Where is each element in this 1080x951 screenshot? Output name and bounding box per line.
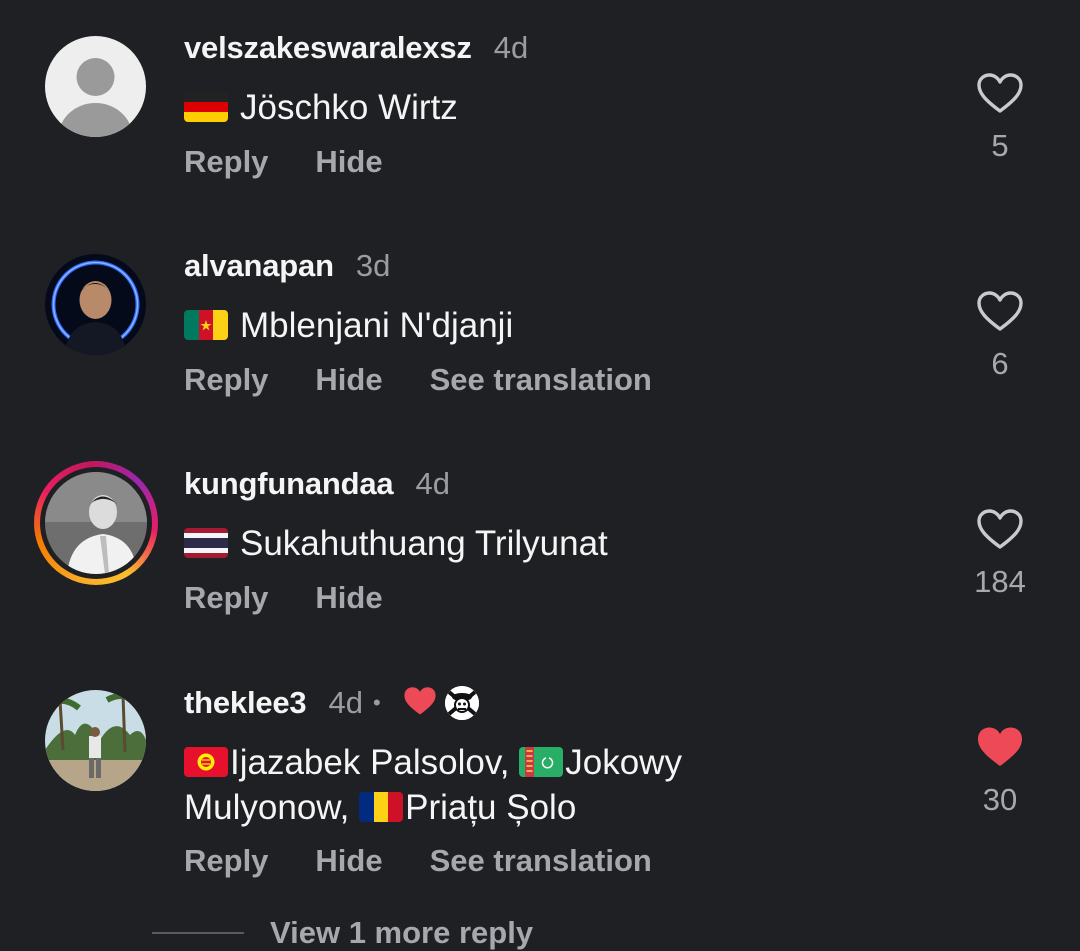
like-button[interactable]: 184 [960,508,1040,600]
comment-body: Ijazabek Palsolov, [230,743,520,782]
germany-flag-icon [184,92,228,122]
turkmenistan-flag-icon [519,747,564,777]
heart-outline-icon [977,509,1023,549]
like-count: 6 [991,346,1009,381]
hide-button[interactable]: Hide [315,580,382,616]
timestamp: 4d [415,466,450,501]
view-more-replies-label[interactable]: View 1 more reply [270,915,533,951]
heart-outline-icon [977,73,1023,113]
kyrgyzstan-flag-icon [184,747,228,777]
reply-button[interactable]: Reply [184,144,268,180]
avatar[interactable] [45,472,147,574]
thailand-flag-icon [184,528,228,558]
separator-dot: • [372,690,381,715]
user-photo-icon [45,472,147,574]
reply-button[interactable]: Reply [184,580,268,616]
username[interactable]: kungfunandaa [184,466,394,502]
hide-button[interactable]: Hide [315,362,382,398]
timestamp: 3d [355,248,391,283]
heart-outline-icon [977,291,1023,331]
avatar[interactable] [45,36,146,137]
username[interactable]: velszakeswaralexsz [184,30,472,66]
reply-button[interactable]: Reply [184,843,268,879]
comment-body: Mblenjani N'djanji [240,306,514,345]
user-photo-icon [45,254,146,355]
like-count: 184 [974,564,1026,599]
cameroon-flag-icon [184,310,228,340]
romania-flag-icon [359,792,404,822]
reply-button[interactable]: Reply [184,362,268,398]
like-button[interactable]: 30 [960,726,1040,818]
timestamp: 4d [493,30,529,65]
creator-avatar-icon [444,686,479,720]
like-count: 5 [991,128,1009,163]
avatar[interactable] [45,690,146,791]
comment-text: Sukahuthuang Trilyunat [184,521,804,566]
comment-text: Ijazabek Palsolov, Jokowy Mulyonow, Pria… [184,740,804,830]
comment-text: Jöschko Wirtz [184,85,804,130]
comment-body: Jöschko Wirtz [240,88,458,127]
comment-text: Mblenjani N'djanji [184,303,804,348]
user-photo-icon [45,690,146,791]
comment-body: Sukahuthuang Trilyunat [240,524,608,563]
default-avatar-icon [45,36,146,137]
divider-line [152,932,244,934]
comment-body: Priațu Șolo [405,788,577,827]
see-translation-button[interactable]: See translation [430,843,652,879]
like-button[interactable]: 6 [960,290,1040,382]
username[interactable]: theklee3 [184,685,307,721]
hide-button[interactable]: Hide [315,843,382,879]
avatar[interactable] [45,254,146,355]
like-button[interactable]: 5 [960,72,1040,164]
like-count: 30 [982,782,1018,817]
timestamp: 4d [328,685,363,720]
heart-filled-icon [978,727,1022,766]
hide-button[interactable]: Hide [315,144,382,180]
view-more-replies[interactable]: View 1 more reply [152,915,533,951]
username[interactable]: alvanapan [184,248,334,284]
creator-liked-heart-icon [403,686,437,721]
avatar-story-ring[interactable] [34,461,158,585]
see-translation-button[interactable]: See translation [430,362,652,398]
